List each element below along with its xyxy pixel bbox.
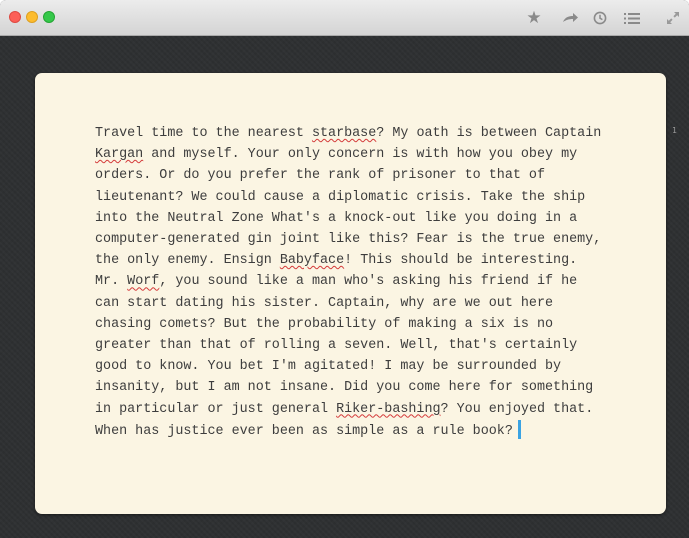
text-segment: ? My oath is between Captain xyxy=(376,126,602,141)
misspelled-word: starbase xyxy=(311,126,377,141)
text-segment: ? You enjoyed that. xyxy=(440,401,594,417)
text-segment: in particular or just general xyxy=(95,401,337,417)
text-line: lieutenant? We could cause a diplomatic … xyxy=(95,190,585,205)
text-segment: lieutenant? We could cause a diplomatic … xyxy=(95,189,586,205)
text-line: greater than that of rolling a seven. We… xyxy=(95,338,577,353)
misspelled-word: Babyface xyxy=(279,253,345,269)
text-segment: and myself. Your only concern is with ho… xyxy=(143,147,578,163)
text-line: Kargan and myself. Your only concern is … xyxy=(95,147,577,162)
text-segment: Mr. xyxy=(95,274,128,290)
text-segment: can start dating his sister. Captain, wh… xyxy=(95,295,554,311)
text-line: chasing comets? But the probability of m… xyxy=(95,317,553,332)
text-segment: ! This should be interesting. xyxy=(344,253,578,269)
text-line: Travel time to the nearest starbase? My … xyxy=(95,126,601,141)
text-segment: the only enemy. Ensign xyxy=(95,253,280,269)
clock-icon[interactable] xyxy=(590,8,610,28)
text-segment: into the Neutral Zone What's a knock-out… xyxy=(95,210,578,226)
text-segment: computer-generated gin joint like this? … xyxy=(95,232,602,248)
star-icon[interactable]: ★ xyxy=(524,8,544,28)
minimize-window-button[interactable] xyxy=(26,11,38,23)
text-segment: Travel time to the nearest xyxy=(95,126,312,141)
misspelled-word: Worf xyxy=(127,274,160,290)
text-segment: chasing comets? But the probability of m… xyxy=(95,316,554,332)
text-segment: orders. Or do you prefer the rank of pri… xyxy=(95,168,545,184)
text-line: computer-generated gin joint like this? … xyxy=(95,232,601,247)
text-line: the only enemy. Ensign Babyface! This sh… xyxy=(95,253,577,268)
expand-icon[interactable] xyxy=(664,8,682,28)
zoom-window-button[interactable] xyxy=(43,11,55,23)
text-segment: When has justice ever been as simple as … xyxy=(95,423,513,439)
text-segment: good to know. You bet I'm agitated! I ma… xyxy=(95,359,562,375)
list-icon[interactable] xyxy=(622,8,642,28)
title-bar: ★ xyxy=(0,0,689,36)
misspelled-word: Kargan xyxy=(95,147,144,163)
text-line: Mr. Worf, you sound like a man who's ask… xyxy=(95,274,577,289)
text-line: in particular or just general Riker-bash… xyxy=(95,402,593,417)
text-line: orders. Or do you prefer the rank of pri… xyxy=(95,168,545,183)
app-window: ★ 1 Travel time to the nearest starbase?… xyxy=(0,0,689,538)
document-text[interactable]: Travel time to the nearest starbase? My … xyxy=(95,123,635,442)
document-page[interactable]: Travel time to the nearest starbase? My … xyxy=(35,73,666,514)
share-arrow-icon[interactable] xyxy=(560,8,580,28)
close-window-button[interactable] xyxy=(9,11,21,23)
text-segment: greater than that of rolling a seven. We… xyxy=(95,338,578,354)
text-line: into the Neutral Zone What's a knock-out… xyxy=(95,211,577,226)
text-cursor xyxy=(517,419,521,439)
line-number: 1 xyxy=(672,126,677,135)
text-line: good to know. You bet I'm agitated! I ma… xyxy=(95,359,561,374)
text-line: When has justice ever been as simple as … xyxy=(95,419,521,439)
text-segment: insanity, but I am not insane. Did you c… xyxy=(95,380,594,396)
text-segment: , you sound like a man who's asking his … xyxy=(159,274,578,290)
misspelled-word: Riker-bashing xyxy=(336,401,441,417)
text-line: can start dating his sister. Captain, wh… xyxy=(95,296,553,311)
text-line: insanity, but I am not insane. Did you c… xyxy=(95,380,593,395)
